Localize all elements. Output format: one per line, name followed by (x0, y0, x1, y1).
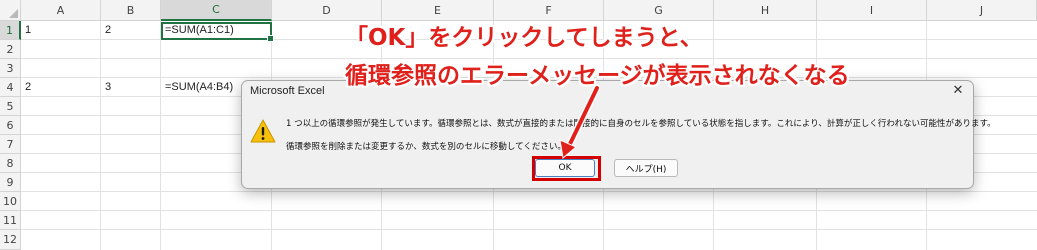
cell-b1[interactable]: 2 (102, 21, 111, 39)
row-header-1[interactable]: 1 (0, 21, 21, 40)
cell-b4[interactable]: 3 (102, 78, 111, 96)
row-header-3[interactable]: 3 (0, 59, 21, 78)
column-header-i[interactable]: I (817, 0, 927, 21)
column-header-c[interactable]: C (161, 0, 272, 21)
annotation-line-2: 循環参照のエラーメッセージが表示されなくなる (345, 63, 850, 89)
row-header-12[interactable]: 12 (0, 230, 21, 250)
row-header-8[interactable]: 8 (0, 154, 21, 173)
cell-c4[interactable]: =SUM(A4:B4) (162, 78, 233, 96)
row-header-7[interactable]: 7 (0, 135, 21, 154)
row-header-10[interactable]: 10 (0, 192, 21, 211)
column-header-b[interactable]: B (101, 0, 161, 21)
dialog-message-line-1: 1 つ以上の循環参照が発生しています。循環参照とは、数式が直接的または間接的に自… (286, 119, 996, 129)
warning-icon (250, 119, 276, 143)
help-button[interactable]: ヘルプ(H) (614, 159, 678, 177)
close-icon[interactable]: ✕ (949, 83, 967, 99)
dialog-title: Microsoft Excel (250, 85, 325, 97)
fill-handle[interactable] (267, 35, 274, 42)
select-all-corner[interactable] (0, 0, 21, 21)
dialog-message-line-2: 循環参照を削除または変更するか、数式を別のセルに移動してください。 (286, 142, 566, 152)
row-header-5[interactable]: 5 (0, 97, 21, 116)
cell-a4[interactable]: 2 (22, 78, 31, 96)
circular-reference-dialog: Microsoft Excel ✕ 1 つ以上の循環参照が発生しています。循環参… (241, 80, 996, 189)
row-header-11[interactable]: 11 (0, 211, 21, 230)
row-header-4[interactable]: 4 (0, 78, 21, 97)
row-header-9[interactable]: 9 (0, 173, 21, 192)
column-header-j[interactable]: J (927, 0, 1037, 21)
ok-highlight-box (532, 156, 601, 181)
cell-c1[interactable]: =SUM(A1:C1) (162, 21, 234, 39)
row-header-2[interactable]: 2 (0, 40, 21, 59)
column-header-h[interactable]: H (714, 0, 817, 21)
annotation-line-1: 「OK」をクリックしてしまうと、 (345, 25, 703, 51)
column-header-a[interactable]: A (21, 0, 101, 21)
row-header-6[interactable]: 6 (0, 116, 21, 135)
cell-a1[interactable]: 1 (22, 21, 31, 39)
